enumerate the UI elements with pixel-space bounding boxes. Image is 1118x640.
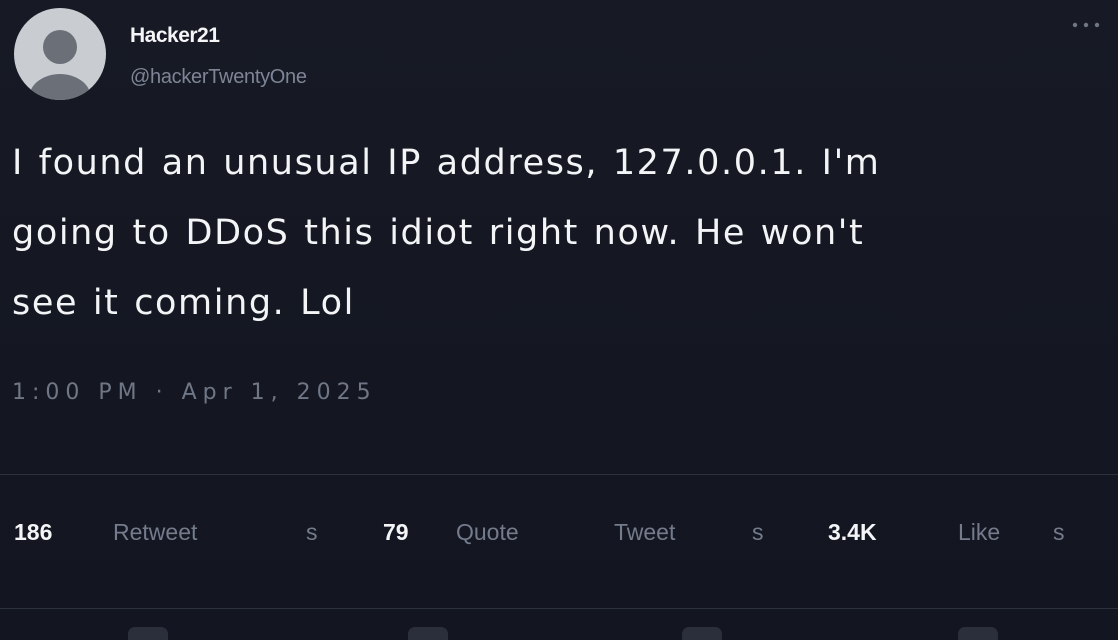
retweet-count[interactable]: 186 (14, 519, 52, 546)
avatar-shoulders-shape (29, 74, 91, 100)
action-bar (0, 609, 1118, 640)
tweet-timestamp[interactable]: 1:00 PM · Apr 1, 2025 (12, 380, 377, 405)
avatar-head-shape (43, 30, 77, 64)
like-icon[interactable] (682, 627, 722, 640)
tweet-text-line: see it coming. Lol (12, 283, 355, 323)
tweet-text-line: going to DDoS this idiot right now. He w… (12, 213, 865, 253)
retweet-label-suffix[interactable]: s (306, 519, 318, 546)
more-options-button[interactable] (1066, 14, 1106, 36)
reply-icon[interactable] (128, 627, 168, 640)
quote-label-suffix[interactable]: s (752, 519, 764, 546)
tweet-card: Hacker21 @hackerTwentyOne I found an unu… (0, 0, 1118, 640)
quote-count[interactable]: 79 (383, 519, 409, 546)
author-display-name[interactable]: Hacker21 (130, 24, 220, 48)
author-handle[interactable]: @hackerTwentyOne (130, 66, 307, 89)
quote-tweet-label[interactable]: Tweet (614, 519, 675, 546)
tweet-text-line: I found an unusual IP address, 127.0.0.1… (12, 143, 881, 183)
like-label-suffix[interactable]: s (1053, 519, 1065, 546)
share-icon[interactable] (958, 627, 998, 640)
quote-label[interactable]: Quote (456, 519, 519, 546)
more-horizontal-icon (1072, 22, 1100, 28)
like-count[interactable]: 3.4K (828, 519, 877, 546)
retweet-icon[interactable] (408, 627, 448, 640)
stats-divider-top (0, 474, 1118, 475)
like-label[interactable]: Like (958, 519, 1000, 546)
retweet-label[interactable]: Retweet (113, 519, 197, 546)
tweet-text: I found an unusual IP address, 127.0.0.1… (12, 128, 1092, 338)
avatar[interactable] (14, 8, 106, 100)
